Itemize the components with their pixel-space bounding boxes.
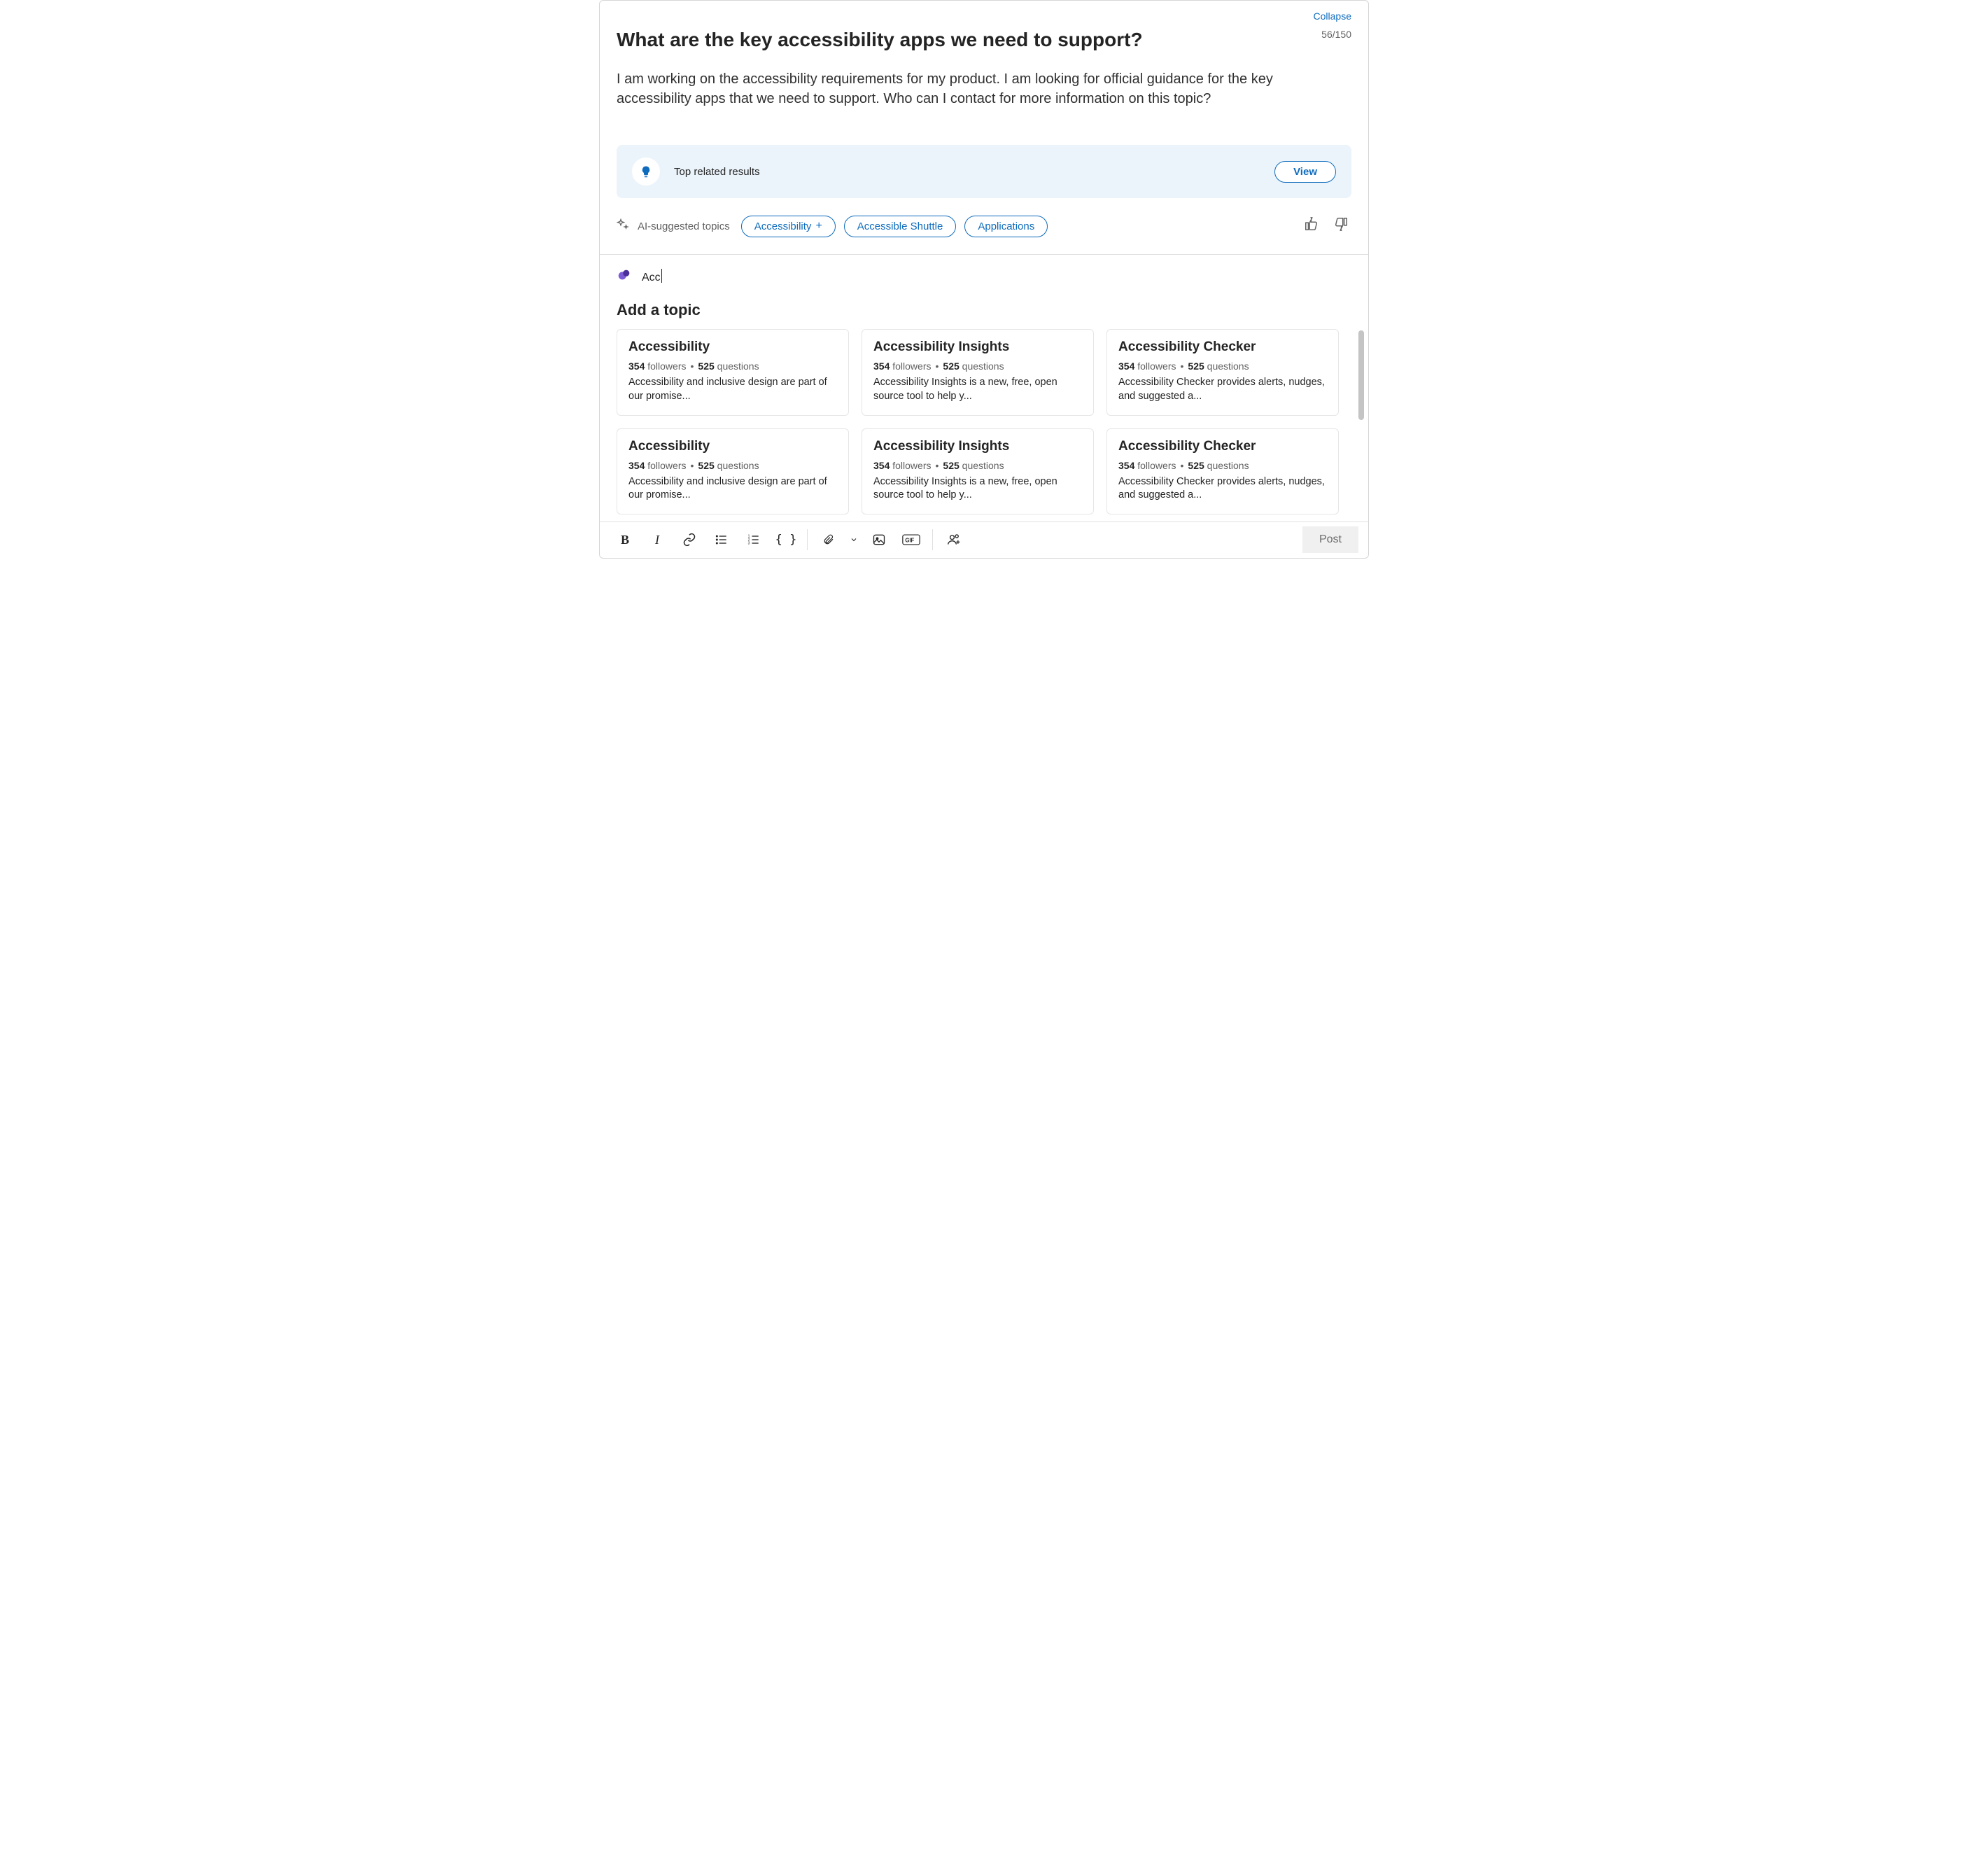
question-title[interactable]: What are the key accessibility apps we n… [617,27,1310,52]
link-button[interactable] [674,526,705,554]
topic-card[interactable]: Accessibility Checker 354 followers•525 q… [1106,329,1339,415]
topic-card-description: Accessibility and inclusive design are p… [628,376,837,403]
svg-text:GIF: GIF [905,538,914,544]
chip-accessible-shuttle[interactable]: Accessible Shuttle [844,216,957,237]
topic-card-stats: 354 followers•525 questions [873,460,1082,471]
add-topic-heading: Add a topic [600,286,1368,329]
topic-card-title: Accessibility Checker [1118,340,1327,355]
bullet-list-button[interactable] [706,526,737,554]
topic-card-description: Accessibility Checker provides alerts, n… [1118,376,1327,403]
topic-card-title: Accessibility [628,340,837,355]
numbered-list-button[interactable]: 123 [738,526,769,554]
chip-applications[interactable]: Applications [964,216,1048,237]
top-row: Collapse [600,1,1368,22]
thumbs-down-icon[interactable] [1330,214,1351,239]
attachment-chevron-button[interactable] [845,526,862,554]
thumbs-up-icon[interactable] [1301,214,1322,239]
topic-cards-area: Accessibility 354 followers•525 questions… [600,329,1368,514]
topic-card-title: Accessibility Checker [1118,439,1327,454]
question-body[interactable]: I am working on the accessibility requir… [600,52,1368,108]
topic-card-description: Accessibility Insights is a new, free, o… [873,376,1082,403]
add-people-button[interactable] [939,526,969,554]
collapse-link[interactable]: Collapse [1314,10,1351,22]
text-caret [661,269,662,283]
toolbar: B I 123 { } GIF Post [600,522,1368,558]
topic-card-stats: 354 followers•525 questions [1118,360,1327,372]
copilot-icon [617,267,632,286]
image-button[interactable] [864,526,894,554]
view-button[interactable]: View [1274,161,1336,183]
topic-card-description: Accessibility Checker provides alerts, n… [1118,475,1327,503]
ai-suggested-row: AI-suggested topics Accessibility + Acce… [600,198,1368,254]
related-results-label: Top related results [674,166,1274,178]
topic-search-input[interactable]: Acc [642,269,662,284]
scrollbar-thumb[interactable] [1358,330,1364,420]
attachment-button[interactable] [813,526,844,554]
plus-icon: + [815,220,822,232]
toolbar-separator [932,529,933,550]
header-row: What are the key accessibility apps we n… [600,22,1368,52]
topic-card-description: Accessibility Insights is a new, free, o… [873,475,1082,503]
topic-card-stats: 354 followers•525 questions [1118,460,1327,471]
topic-card[interactable]: Accessibility Insights 354 followers•525 … [862,428,1094,514]
topic-card-stats: 354 followers•525 questions [628,460,837,471]
topic-card-title: Accessibility Insights [873,439,1082,454]
lightbulb-icon [632,158,660,186]
topic-card[interactable]: Accessibility 354 followers•525 questions… [617,329,849,415]
topic-card-title: Accessibility Insights [873,340,1082,355]
topic-card[interactable]: Accessibility Insights 354 followers•525 … [862,329,1094,415]
topic-card[interactable]: Accessibility Checker 354 followers•525 q… [1106,428,1339,514]
gif-button[interactable]: GIF [896,526,927,554]
ai-suggested-label: AI-suggested topics [638,220,730,232]
chip-accessibility[interactable]: Accessibility + [741,216,836,237]
toolbar-separator [807,529,808,550]
related-results-banner: Top related results View [617,145,1351,198]
topic-card[interactable]: Accessibility 354 followers•525 questions… [617,428,849,514]
topic-card-stats: 354 followers•525 questions [873,360,1082,372]
topic-card-stats: 354 followers•525 questions [628,360,837,372]
topic-card-title: Accessibility [628,439,837,454]
chip-label: Accessibility [754,220,812,232]
bold-button[interactable]: B [610,526,640,554]
post-button[interactable]: Post [1302,526,1358,553]
char-counter: 56/150 [1310,27,1351,40]
topic-card-description: Accessibility and inclusive design are p… [628,475,837,503]
sparkle-icon [617,218,629,234]
italic-button[interactable]: I [642,526,673,554]
code-button[interactable]: { } [771,526,801,554]
compose-window: Collapse What are the key accessibility … [599,0,1369,559]
svg-text:3: 3 [748,542,750,546]
topic-search-row[interactable]: Acc [600,255,1368,286]
